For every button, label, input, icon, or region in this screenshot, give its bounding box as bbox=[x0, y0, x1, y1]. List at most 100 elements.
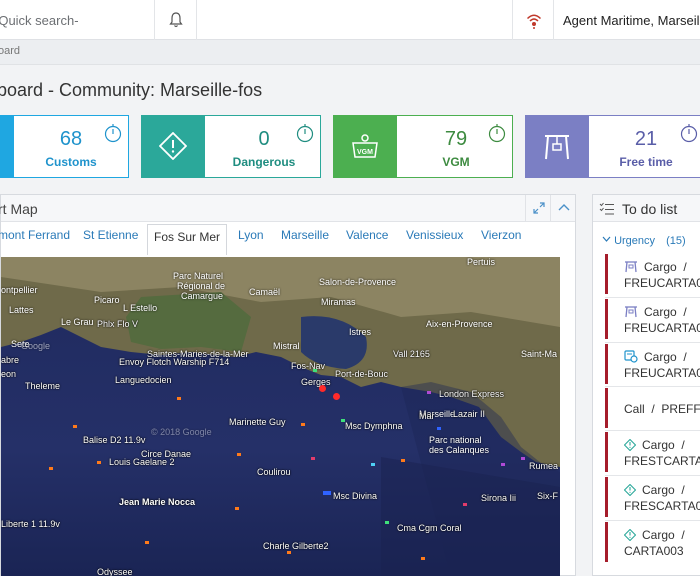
vessel-label[interactable]: Marinette Guy bbox=[229, 417, 286, 427]
vessel-label[interactable]: Lazair II bbox=[453, 409, 485, 419]
vessel-marker[interactable] bbox=[437, 427, 441, 430]
todo-item-separator: / bbox=[681, 483, 685, 497]
vessel-label[interactable]: eon bbox=[1, 369, 16, 379]
vessel-marker[interactable] bbox=[521, 457, 525, 460]
vessel-label[interactable]: Louis Gaelane 2 bbox=[109, 457, 175, 467]
urgency-group-toggle[interactable]: Urgency (15) bbox=[602, 235, 686, 247]
vessel-label[interactable]: Gerges bbox=[301, 377, 331, 387]
todo-item[interactable]: Call / PREFF bbox=[605, 388, 700, 428]
map-place-label: Miramas bbox=[321, 297, 356, 307]
tab-clermont-ferrand[interactable]: mont Ferrand bbox=[0, 228, 70, 242]
user-account-menu[interactable]: Agent Maritime, Marseille-f bbox=[563, 13, 700, 28]
vessel-marker[interactable] bbox=[301, 423, 305, 426]
quick-search-placeholder: -Quick search- bbox=[0, 13, 79, 28]
vessel-label[interactable]: Coulirou bbox=[257, 467, 291, 477]
breadcrumb-item-dashboard[interactable]: oard bbox=[0, 45, 20, 57]
map-place-label: des Calanques bbox=[429, 445, 490, 455]
urgency-label: Urgency bbox=[614, 235, 656, 247]
vessel-marker[interactable] bbox=[427, 391, 431, 394]
vessel-label[interactable]: Fos-Nav bbox=[291, 361, 325, 371]
map-place-label: Le Grau bbox=[61, 317, 94, 327]
todo-item[interactable]: Cargo / FREUCARTA0 bbox=[605, 299, 700, 339]
customs-icon bbox=[0, 116, 14, 177]
vessel-marker[interactable] bbox=[145, 541, 149, 544]
todo-item-ref: PREFF bbox=[661, 402, 700, 416]
collapse-button[interactable] bbox=[550, 195, 575, 221]
tab-valence[interactable]: Valence bbox=[346, 228, 388, 242]
vessel-label[interactable]: Vall 2165 bbox=[393, 349, 430, 359]
dangerous-diamond-icon bbox=[159, 132, 187, 160]
vessel-marker[interactable] bbox=[237, 453, 241, 456]
vessel-label[interactable]: Six-F bbox=[537, 491, 558, 501]
todo-item-ref: FRESCARTA0 bbox=[624, 499, 700, 513]
vessel-marker[interactable] bbox=[385, 521, 389, 524]
vessel-label[interactable]: Liberte 1 11.9v bbox=[1, 519, 60, 529]
vessel-marker[interactable] bbox=[323, 491, 331, 495]
vessel-label[interactable]: Msc Divina bbox=[333, 491, 377, 501]
todo-item[interactable]: Cargo / FRESCARTA0 bbox=[605, 477, 700, 517]
vessel-label[interactable]: Charle Gilberte2 bbox=[263, 541, 329, 551]
tab-marseille[interactable]: Marseille bbox=[281, 228, 329, 242]
todo-item[interactable]: Cargo / FREUCARTA0 bbox=[605, 254, 700, 294]
vessel-label[interactable]: Phlx Flo V bbox=[97, 319, 138, 329]
vessel-marker[interactable] bbox=[319, 385, 326, 392]
top-bar: -Quick search- Agent Maritime, Marseille… bbox=[0, 0, 700, 40]
dangerous-card[interactable]: 0 Dangerous bbox=[141, 115, 321, 178]
vessel-marker[interactable] bbox=[313, 369, 317, 372]
vessel-label[interactable]: Languedocien bbox=[115, 375, 172, 385]
vessel-label[interactable]: Odyssee bbox=[97, 567, 133, 576]
vessel-marker[interactable] bbox=[463, 503, 467, 506]
vessel-label[interactable]: Balise D2 11.9v bbox=[83, 435, 145, 445]
map-place-label: L Estello bbox=[123, 303, 158, 313]
vessel-label[interactable]: Envoy Flotch Warship F714 bbox=[119, 357, 229, 367]
vgm-card[interactable]: VGM 79 VGM bbox=[333, 115, 513, 178]
todo-item-type: Cargo bbox=[644, 350, 677, 364]
tab-fos-sur-mer[interactable]: Fos Sur Mer bbox=[147, 224, 228, 255]
port-map-panel: rt Map mont Ferrand St Etienne Fos Sur M… bbox=[0, 194, 576, 576]
todo-item[interactable]: Cargo / FREUCARTA0 bbox=[605, 344, 700, 384]
todo-item[interactable]: Cargo / CARTA003 bbox=[605, 522, 700, 562]
vessel-label[interactable]: Rumea bbox=[529, 461, 558, 471]
vessel-marker[interactable] bbox=[49, 467, 53, 470]
chevron-down-icon bbox=[602, 236, 611, 242]
free-time-card[interactable]: 21 Free time bbox=[525, 115, 700, 178]
tab-st-etienne[interactable]: St Etienne bbox=[83, 228, 138, 242]
vessel-marker[interactable] bbox=[73, 425, 77, 428]
vessel-label[interactable]: Sirona Iii bbox=[481, 493, 516, 503]
tab-vierzon[interactable]: Vierzon bbox=[481, 228, 521, 242]
tab-lyon[interactable]: Lyon bbox=[238, 228, 264, 242]
divider bbox=[605, 430, 700, 431]
vessel-marker[interactable] bbox=[97, 461, 101, 464]
vessel-marker[interactable] bbox=[341, 419, 345, 422]
vessel-marker[interactable] bbox=[371, 463, 375, 466]
customs-card[interactable]: 68 Customs bbox=[0, 115, 129, 178]
satellite-map[interactable]: Parc Naturel Régional de Camargue Salon-… bbox=[1, 257, 560, 576]
vessel-label[interactable]: Mar bbox=[419, 411, 435, 421]
vessel-label[interactable]: Cma Cgm Coral bbox=[397, 523, 462, 533]
vessel-marker[interactable] bbox=[421, 557, 425, 560]
vessel-label[interactable]: Theleme bbox=[25, 381, 60, 391]
vessel-marker[interactable] bbox=[287, 551, 291, 554]
connection-status-button[interactable] bbox=[512, 0, 554, 40]
todo-title: To do list bbox=[622, 201, 678, 217]
vessel-label[interactable]: abre bbox=[1, 355, 19, 365]
vessel-label[interactable]: Msc Dymphna bbox=[345, 421, 403, 431]
vessel-marker[interactable] bbox=[235, 507, 239, 510]
vessel-label[interactable]: Port-de-Bouc bbox=[335, 369, 388, 379]
todo-item[interactable]: Cargo / FRESTCARTA bbox=[605, 432, 700, 472]
vessel-marker[interactable] bbox=[177, 397, 181, 400]
free-time-value: 21 bbox=[634, 128, 658, 150]
vessel-label[interactable]: London Express bbox=[439, 389, 504, 399]
notifications-button[interactable] bbox=[155, 0, 197, 40]
vessel-marker[interactable] bbox=[501, 463, 505, 466]
quick-search-input[interactable]: -Quick search- bbox=[0, 0, 155, 40]
vessel-label[interactable]: Jean Marie Nocca bbox=[119, 497, 195, 507]
vessel-marker[interactable] bbox=[401, 459, 405, 462]
expand-button[interactable] bbox=[525, 195, 550, 221]
vessel-marker[interactable] bbox=[333, 393, 340, 400]
urgency-count: (15) bbox=[666, 235, 686, 247]
vessel-marker[interactable] bbox=[311, 457, 315, 460]
map-watermark: © 2018 Google bbox=[151, 427, 212, 437]
map-place-label: Mistral bbox=[273, 341, 300, 351]
tab-venissieux[interactable]: Venissieux bbox=[406, 228, 463, 242]
